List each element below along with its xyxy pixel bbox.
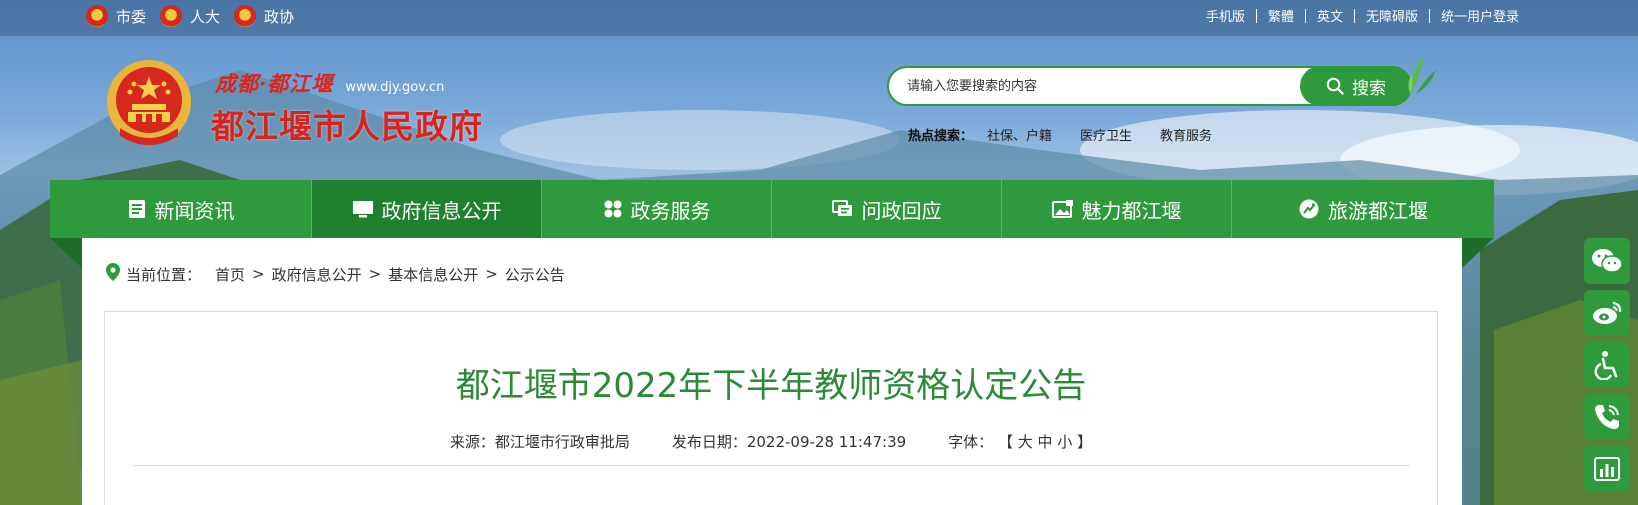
hot-search: 热点搜索： 社保、户籍 医疗卫生 教育服务 (908, 125, 1240, 144)
travel-icon (1298, 198, 1320, 220)
hot-search-link[interactable]: 医疗卫生 (1080, 125, 1132, 144)
grid-icon (603, 199, 623, 219)
news-icon (127, 199, 147, 219)
weibo-button[interactable] (1584, 290, 1630, 336)
topbar-right-links: 手机版 繁體 英文 无障碍版 统一用户登录 (1195, 6, 1530, 25)
nav-item-tourism[interactable]: 旅游都江堰 (1232, 180, 1494, 238)
link-login[interactable]: 统一用户登录 (1430, 6, 1530, 25)
font-large-button[interactable]: 大 (1018, 433, 1033, 451)
monitor-icon (352, 199, 374, 219)
photo-icon (1051, 199, 1074, 219)
link-mobile[interactable]: 手机版 (1195, 6, 1256, 25)
font-size-label: 字体： (948, 433, 994, 451)
nav-label: 问政回应 (861, 198, 942, 223)
top-bar: 市委 人大 政协 手机版 繁體 英文 无障碍版 统一用户登录 (0, 0, 1638, 36)
chat-icon (831, 199, 854, 219)
breadcrumb-notice[interactable]: 公示公告 (505, 264, 565, 285)
party-emblem-icon (86, 5, 108, 27)
nav-label: 政务服务 (630, 198, 711, 223)
breadcrumb-label: 当前位置： (126, 265, 202, 284)
breadcrumb-separator: > (368, 265, 382, 283)
font-small-button[interactable]: 小 (1057, 433, 1072, 451)
bracket-open: 【 (997, 433, 1013, 451)
accessibility-button[interactable] (1584, 342, 1630, 388)
nav-fold-right (1462, 238, 1494, 268)
breadcrumb-basic-info[interactable]: 基本信息公开 (388, 264, 478, 285)
nav-label: 魅力都江堰 (1081, 198, 1182, 223)
search-button[interactable]: 搜索 (1300, 66, 1412, 106)
site-subtitle: 成都·都江堰 www.djy.gov.cn (215, 68, 444, 98)
hot-search-link[interactable]: 社保、户籍 (987, 125, 1052, 144)
chart-icon (1594, 457, 1620, 481)
breadcrumb-separator: > (485, 265, 498, 283)
nav-item-services[interactable]: 政务服务 (542, 180, 772, 238)
nav-label: 旅游都江堰 (1328, 198, 1428, 223)
bracket-close: 】 (1077, 433, 1093, 451)
link-cppcc[interactable]: 政协 (234, 5, 294, 27)
article-title: 都江堰市2022年下半年教师资格认定公告 (455, 366, 1087, 406)
search-box: 搜索 (887, 66, 1412, 106)
link-english[interactable]: 英文 (1306, 6, 1354, 25)
nav-item-response[interactable]: 问政回应 (772, 180, 1002, 238)
link-party-committee[interactable]: 市委 (86, 5, 146, 27)
leaf-decoration-icon (1408, 54, 1436, 94)
hot-search-label: 热点搜索： (908, 129, 974, 144)
main-nav: 新闻资讯 政府信息公开 政务服务 问政回应 魅力都江堰 旅游都江堰 (50, 180, 1494, 247)
search-input[interactable] (907, 68, 1287, 104)
search-button-label: 搜索 (1352, 78, 1386, 99)
nav-item-news[interactable]: 新闻资讯 (50, 180, 312, 238)
breadcrumb-separator: > (252, 265, 265, 283)
location-pin-icon (106, 263, 120, 285)
wechat-icon (1592, 249, 1623, 273)
breadcrumb-gov-info[interactable]: 政府信息公开 (272, 264, 362, 285)
nav-item-charm[interactable]: 魅力都江堰 (1002, 180, 1232, 238)
site-title[interactable]: 都江堰市人民政府 (211, 100, 483, 148)
nav-item-gov-info[interactable]: 政府信息公开 (312, 180, 542, 247)
article-meta: 来源：都江堰市行政审批局 发布日期：2022-09-28 11:47:39 字体… (105, 431, 1437, 452)
font-size-control: 字体： 【 大 中 小 】 (948, 431, 1092, 452)
phone-button[interactable] (1584, 394, 1630, 440)
topbar-left-links: 市委 人大 政协 (86, 5, 308, 27)
link-label: 市委 (116, 7, 147, 26)
nav-label: 政府信息公开 (381, 198, 502, 223)
site-sub-calligraphy: 成都·都江堰 (215, 71, 334, 96)
link-traditional[interactable]: 繁體 (1257, 6, 1305, 25)
article: 都江堰市2022年下半年教师资格认定公告 来源：都江堰市行政审批局 发布日期：2… (104, 311, 1438, 505)
float-toolbar (1584, 238, 1638, 498)
national-emblem-logo[interactable] (106, 58, 192, 150)
article-date: 发布日期：2022-09-28 11:47:39 (671, 433, 907, 451)
cppcc-emblem-icon (234, 5, 257, 27)
phone-icon (1595, 405, 1619, 429)
nav-fold-left (50, 238, 82, 268)
breadcrumb-home[interactable]: 首页 (215, 264, 245, 285)
content-panel: 当前位置： 首页 > 政府信息公开 > 基本信息公开 > 公示公告 都江堰市20… (82, 238, 1462, 505)
nav-label: 新闻资讯 (154, 198, 235, 223)
divider (132, 465, 1410, 466)
article-source: 来源：都江堰市行政审批局 (449, 433, 630, 451)
chart-button[interactable] (1584, 446, 1630, 492)
weibo-icon (1593, 301, 1622, 324)
link-accessible[interactable]: 无障碍版 (1355, 6, 1429, 25)
search-icon (1326, 77, 1344, 95)
national-emblem-icon (160, 5, 183, 27)
link-label: 政协 (264, 7, 295, 26)
link-npc[interactable]: 人大 (160, 5, 220, 27)
site-url: www.djy.gov.cn (345, 80, 445, 95)
hot-search-link[interactable]: 教育服务 (1160, 125, 1212, 144)
accessibility-icon (1594, 351, 1618, 380)
link-label: 人大 (190, 7, 221, 26)
breadcrumb: 当前位置： 首页 > 政府信息公开 > 基本信息公开 > 公示公告 (106, 263, 565, 285)
font-medium-button[interactable]: 中 (1038, 433, 1053, 451)
wechat-button[interactable] (1584, 238, 1630, 284)
